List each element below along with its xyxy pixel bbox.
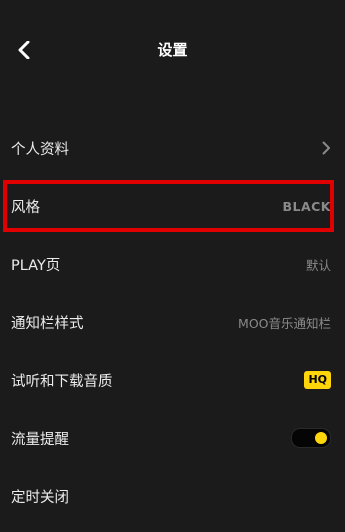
settings-item-label: 通知栏样式: [11, 315, 84, 332]
settings-list: 个人资料 风格 BLACK PLAY页 默认 通知栏样式 MOO音乐通知栏 试听…: [0, 119, 345, 525]
settings-item-value: 默认: [305, 257, 331, 273]
settings-item-value: BLACK: [282, 198, 331, 214]
settings-item-label: 定时关闭: [11, 489, 69, 506]
chevron-right-icon: [322, 141, 330, 155]
hq-badge: HQ: [304, 371, 331, 389]
settings-item-value: MOO音乐通知栏: [238, 315, 331, 331]
settings-item-sleep-timer[interactable]: 定时关闭: [0, 467, 345, 525]
settings-item-profile[interactable]: 个人资料: [0, 119, 345, 177]
toggle-knob: [315, 432, 327, 444]
settings-item-label: 个人资料: [11, 141, 69, 158]
settings-item-label: PLAY页: [11, 257, 61, 274]
settings-item-label: 流量提醒: [11, 431, 69, 448]
settings-item-play-page[interactable]: PLAY页 默认: [0, 235, 345, 293]
settings-item-label: 试听和下载音质: [11, 373, 113, 390]
settings-item-label: 风格: [11, 199, 40, 216]
settings-item-notification-style[interactable]: 通知栏样式 MOO音乐通知栏: [0, 293, 345, 351]
settings-item-audio-quality[interactable]: 试听和下载音质 HQ: [0, 351, 345, 409]
data-alert-toggle[interactable]: [291, 428, 331, 448]
header: 设置: [0, 0, 345, 100]
settings-item-style[interactable]: 风格 BLACK: [0, 177, 345, 235]
settings-item-data-alert[interactable]: 流量提醒: [0, 409, 345, 467]
page-title: 设置: [157, 41, 188, 59]
